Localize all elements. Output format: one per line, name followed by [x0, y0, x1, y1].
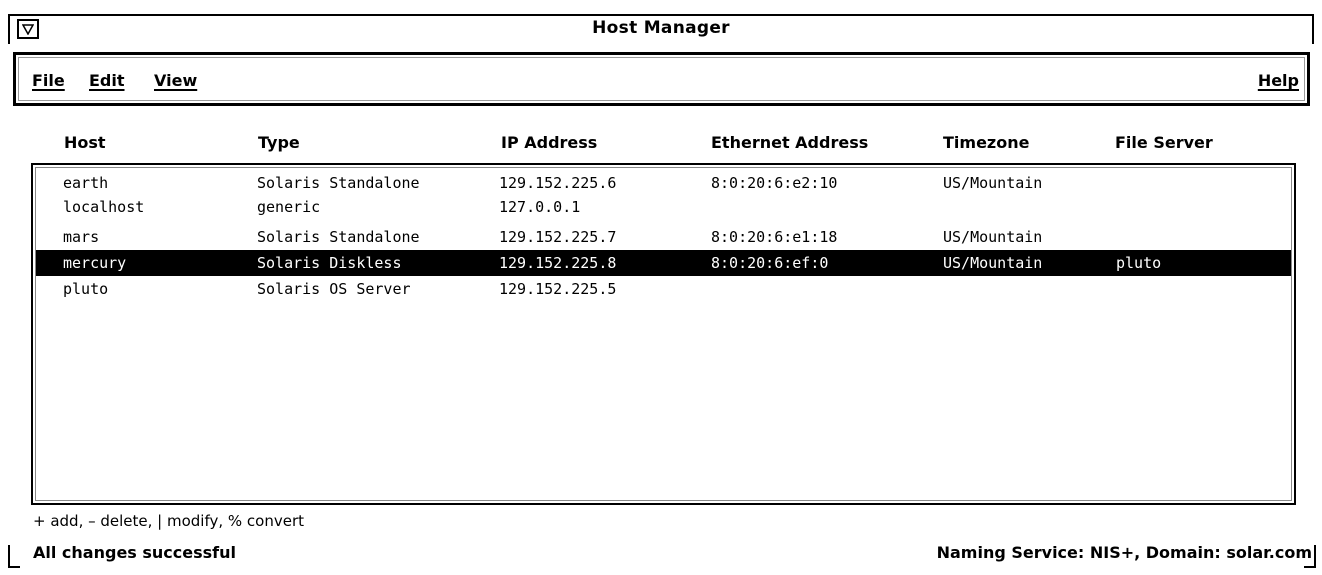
column-header-timezone: Timezone [943, 133, 1030, 152]
cell-host: earth [63, 174, 109, 192]
frame-bottom-right-vertical [1314, 545, 1316, 567]
table-row[interactable]: earth Solaris Standalone 129.152.225.6 8… [38, 172, 1289, 194]
table-row[interactable]: pluto Solaris OS Server 129.152.225.5 [38, 278, 1289, 300]
cell-host: mars [63, 228, 100, 246]
cell-host: pluto [63, 280, 109, 298]
menu-bar: File Edit View Help [13, 52, 1310, 106]
column-header-host: Host [64, 133, 106, 152]
host-list[interactable]: earth Solaris Standalone 129.152.225.6 8… [31, 163, 1296, 505]
column-header-file-server: File Server [1115, 133, 1213, 152]
menu-edit[interactable]: Edit [89, 71, 125, 90]
cell-timezone: US/Mountain [943, 254, 1043, 272]
cell-type: Solaris Standalone [257, 228, 420, 246]
cell-ethernet-address: 8:0:20:6:ef:0 [711, 254, 829, 272]
column-header-type: Type [258, 133, 300, 152]
table-row-selected[interactable]: mercury Solaris Diskless 129.152.225.8 8… [36, 250, 1291, 276]
cell-ip-address: 129.152.225.5 [499, 280, 617, 298]
cell-type: Solaris Diskless [257, 254, 402, 272]
menu-file[interactable]: File [32, 71, 65, 90]
cell-ethernet-address: 8:0:20:6:e2:10 [711, 174, 838, 192]
keyboard-hint: + add, – delete, | modify, % convert [33, 512, 305, 530]
cell-ip-address: 129.152.225.8 [499, 254, 617, 272]
cell-ethernet-address: 8:0:20:6:e1:18 [711, 228, 838, 246]
window-title: Host Manager [592, 18, 730, 38]
cell-type: Solaris OS Server [257, 280, 411, 298]
cell-ip-address: 129.152.225.6 [499, 174, 617, 192]
cell-type: generic [257, 198, 321, 216]
naming-service-status: Naming Service: NIS+, Domain: solar.com [936, 543, 1312, 562]
cell-timezone: US/Mountain [943, 174, 1043, 192]
cell-ip-address: 129.152.225.7 [499, 228, 617, 246]
table-row[interactable]: mars Solaris Standalone 129.152.225.7 8:… [38, 226, 1289, 248]
table-row[interactable]: localhost generic 127.0.0.1 [38, 196, 1289, 218]
frame-bottom-left-horizontal [8, 566, 20, 568]
menu-help[interactable]: Help [1258, 71, 1299, 90]
menu-view[interactable]: View [154, 71, 197, 90]
cell-type: Solaris Standalone [257, 174, 420, 192]
frame-bottom-left-vertical [8, 545, 10, 567]
cell-timezone: US/Mountain [943, 228, 1043, 246]
status-message: All changes successful [33, 543, 236, 562]
frame-bottom-right-horizontal [1304, 566, 1316, 568]
cell-ip-address: 127.0.0.1 [499, 198, 581, 216]
cell-host: localhost [63, 198, 145, 216]
column-header-ip-address: IP Address [501, 133, 598, 152]
column-header-ethernet-address: Ethernet Address [711, 133, 869, 152]
cell-file-server: pluto [1116, 254, 1162, 272]
cell-host: mercury [63, 254, 127, 272]
